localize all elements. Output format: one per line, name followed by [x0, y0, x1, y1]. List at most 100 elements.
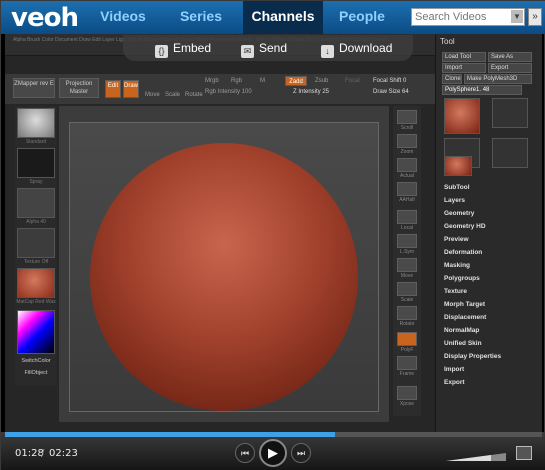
- texture-label: Texture Off: [23, 259, 49, 265]
- spray-stroke-thumb[interactable]: [17, 148, 55, 178]
- actual-label: Actual: [400, 173, 414, 179]
- actual-icon[interactable]: [397, 158, 417, 172]
- nav-people[interactable]: People: [329, 1, 395, 34]
- zbrush-toolbar: ZMapper rev E Projection Master Edit Dra…: [5, 74, 435, 104]
- load-tool-button[interactable]: Load Tool: [442, 52, 486, 62]
- color-picker[interactable]: [17, 310, 55, 354]
- mrgb-button[interactable]: Mrgb: [205, 78, 219, 84]
- search-input[interactable]: Search Videos: [411, 8, 525, 26]
- rewind-icon[interactable]: ⏮: [235, 443, 255, 463]
- tool-menu-layers[interactable]: Layers: [444, 197, 465, 204]
- switch-color-button[interactable]: SwitchColor: [15, 358, 57, 364]
- rotate-icon[interactable]: [397, 306, 417, 320]
- embed-button[interactable]: {} Embed: [155, 41, 211, 58]
- move-button[interactable]: Move: [145, 92, 160, 98]
- tool-menu-masking[interactable]: Masking: [444, 262, 470, 269]
- polyf-icon[interactable]: [397, 332, 417, 346]
- duration: 02:23: [49, 448, 78, 459]
- export-button[interactable]: Export: [488, 63, 532, 73]
- standard-brush-label: Standard: [25, 139, 47, 145]
- clone-button[interactable]: Clone: [442, 74, 462, 84]
- texture-thumb[interactable]: [17, 228, 55, 258]
- draw-size-slider[interactable]: Draw Size 64: [373, 89, 409, 95]
- m-button[interactable]: M: [260, 78, 265, 84]
- tool-menu-morph-target[interactable]: Morph Target: [444, 301, 485, 308]
- search-dropdown-icon[interactable]: ▼: [511, 10, 523, 23]
- video-area[interactable]: Alpha Brush Color Document Draw Edit Lay…: [5, 34, 542, 432]
- nav-channels[interactable]: Channels: [243, 1, 323, 34]
- tool-menu-unified-skin[interactable]: Unified Skin: [444, 340, 482, 347]
- lsym-icon[interactable]: [397, 234, 417, 248]
- tool-menu-geometry-hd[interactable]: Geometry HD: [444, 223, 486, 230]
- focal-shift-slider[interactable]: Focal Shift 0: [373, 78, 406, 84]
- download-icon: ↓: [321, 45, 334, 58]
- rgb-intensity-slider[interactable]: Rgb Intensity 100: [205, 89, 252, 95]
- current-tool-slider[interactable]: PolySphere1. 48: [442, 85, 522, 95]
- alpha-thumb[interactable]: [17, 188, 55, 218]
- play-icon[interactable]: ▶: [259, 439, 287, 467]
- document-frame: [69, 122, 379, 412]
- sculpted-sphere[interactable]: [90, 143, 358, 411]
- nav-videos[interactable]: Videos: [87, 1, 159, 34]
- edit-button[interactable]: Edit: [105, 80, 121, 98]
- tool-menu-deformation[interactable]: Deformation: [444, 249, 482, 256]
- scale-button[interactable]: Scale: [165, 92, 180, 98]
- rgb-button[interactable]: Rgb: [231, 78, 242, 84]
- nav-series[interactable]: Series: [165, 1, 237, 34]
- tool-menu-export[interactable]: Export: [444, 379, 465, 386]
- alpha-label: Alpha 40: [26, 219, 46, 225]
- veoh-logo[interactable]: veoh: [11, 3, 79, 33]
- import-button[interactable]: Import: [442, 63, 486, 73]
- polymesh3d-thumb[interactable]: [492, 138, 528, 168]
- player-frame: veoh Videos Series Channels People Searc…: [0, 0, 545, 470]
- material-thumb[interactable]: [17, 268, 55, 298]
- tool-menu-texture[interactable]: Texture: [444, 288, 467, 295]
- tool-menu-polygroups[interactable]: Polygroups: [444, 275, 480, 282]
- fullscreen-icon[interactable]: [516, 446, 532, 460]
- volume-icon[interactable]: [446, 453, 506, 461]
- make-polymesh-button[interactable]: Make PolyMesh3D: [464, 74, 532, 84]
- polysphere-small-thumb[interactable]: [444, 156, 472, 176]
- focal-button[interactable]: Focal: [345, 78, 360, 84]
- tool-menu-import[interactable]: Import: [444, 366, 464, 373]
- draw-button[interactable]: Draw: [123, 80, 139, 98]
- zadd-button[interactable]: Zadd: [285, 76, 307, 86]
- local-label: Local: [401, 225, 413, 231]
- projection-master-button[interactable]: Projection Master: [59, 78, 99, 98]
- local-icon[interactable]: [397, 210, 417, 224]
- zsub-button[interactable]: Zsub: [315, 78, 328, 84]
- move-icon[interactable]: [397, 258, 417, 272]
- progress-fill: [5, 432, 336, 437]
- tool-menu-preview[interactable]: Preview: [444, 236, 469, 243]
- tool-menu-display-properties[interactable]: Display Properties: [444, 353, 501, 360]
- search-go-icon[interactable]: »: [528, 8, 542, 26]
- send-button[interactable]: ✉ Send: [241, 41, 287, 58]
- save-as-button[interactable]: Save As: [488, 52, 532, 62]
- z-intensity-slider[interactable]: Z Intensity 25: [293, 89, 329, 95]
- simplebrush-thumb[interactable]: [492, 98, 528, 128]
- standard-brush-thumb[interactable]: [17, 108, 55, 138]
- tool-menu-displacement[interactable]: Displacement: [444, 314, 486, 321]
- scroll-icon[interactable]: [397, 110, 417, 124]
- progress-bar[interactable]: [5, 432, 542, 437]
- fill-object-button[interactable]: FillObject: [15, 370, 57, 376]
- xpose-icon[interactable]: [397, 386, 417, 400]
- scale-icon[interactable]: [397, 282, 417, 296]
- fast-forward-icon[interactable]: ⏭: [291, 443, 311, 463]
- tool-menu-geometry[interactable]: Geometry: [444, 210, 474, 217]
- move-label: Move: [400, 273, 414, 279]
- download-label: Download: [339, 41, 393, 55]
- frame-icon[interactable]: [397, 356, 417, 370]
- aahalf-icon[interactable]: [397, 182, 417, 196]
- lsym-label: L.Sym: [399, 249, 415, 255]
- polysphere-thumb[interactable]: [444, 98, 480, 134]
- rotate-button[interactable]: Rotate: [185, 92, 203, 98]
- zmapper-button[interactable]: ZMapper rev E: [13, 78, 55, 98]
- zbrush-left-shelf: Standard Spray Alpha 40 Texture Off MatC…: [15, 106, 57, 386]
- zbrush-canvas[interactable]: [59, 106, 389, 422]
- download-button[interactable]: ↓ Download: [321, 41, 392, 58]
- embed-icon: {}: [155, 45, 168, 58]
- tool-menu-normalmap[interactable]: NormalMap: [444, 327, 479, 334]
- zoom-icon[interactable]: [397, 134, 417, 148]
- tool-menu-subtool[interactable]: SubTool: [444, 184, 470, 191]
